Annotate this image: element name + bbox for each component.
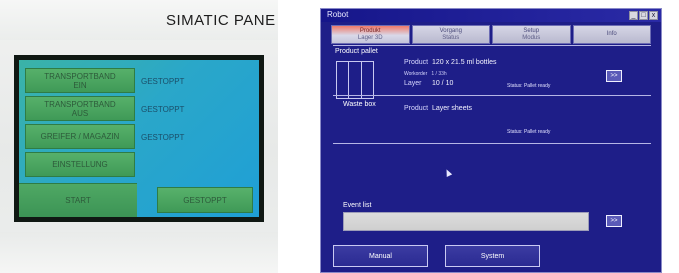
pallet-slot xyxy=(337,62,350,98)
product-pallet-label: Product pallet xyxy=(333,48,380,55)
pallet-layer-value: 10 / 10 xyxy=(431,80,454,87)
pallet-workorder-value: 1 / 33h xyxy=(431,71,447,77)
pallet-status: Status: Pallet ready xyxy=(507,83,551,89)
pallet-product-key: Product xyxy=(404,59,429,66)
tab-label: Vorgang xyxy=(439,27,462,34)
hmi-screen: TRANSPORTBAND EIN GESTOPPT TRANSPORTBAND… xyxy=(14,55,264,222)
hmi-start-label: START xyxy=(65,196,91,205)
close-icon[interactable]: x xyxy=(649,11,658,20)
pallet-layer-key: Layer xyxy=(404,80,422,87)
tab-label: Produkt xyxy=(359,27,381,34)
hmi-bottom-status-label: GESTOPPT xyxy=(183,195,227,205)
tab-info[interactable]: Info xyxy=(572,25,651,44)
waste-box-label: Waste box xyxy=(341,101,378,108)
tab-label: Setup xyxy=(523,27,540,34)
window-title: Robot xyxy=(327,10,349,19)
simatic-panel-photo: SIMATIC PANE TRANSPORTBAND EIN GESTOPPT … xyxy=(0,0,278,273)
waste-product-row: Product Layer sheets xyxy=(404,105,472,112)
tab-process[interactable]: Vorgang Status xyxy=(411,25,490,44)
section-divider xyxy=(333,143,651,144)
waste-product-key: Product xyxy=(404,105,429,112)
tab-sublabel: Lager 3D xyxy=(357,34,383,41)
hmi-status-gripper: GESTOPPT xyxy=(141,133,185,142)
hmi-screen-area: TRANSPORTBAND EIN GESTOPPT TRANSPORTBAND… xyxy=(19,60,259,217)
waste-status: Status: Pallet ready xyxy=(507,129,551,135)
event-list-button[interactable]: >> xyxy=(606,215,622,227)
event-list-label: Event list xyxy=(343,202,372,209)
pallet-workorder-row: Workorder 1 / 33h xyxy=(404,71,447,77)
hmi-start-button[interactable]: START xyxy=(19,183,137,217)
hmi-button-conveyor-off[interactable]: TRANSPORTBAND AUS xyxy=(25,96,135,121)
pallet-product-value: 120 x 21.5 ml bottles xyxy=(431,59,497,66)
panel-lower-frame xyxy=(0,232,278,273)
content-divider-top xyxy=(333,45,651,46)
window-titlebar: Robot _ □ x xyxy=(321,9,661,22)
hmi-button-label-line2: AUS xyxy=(71,108,89,118)
mouse-cursor-icon xyxy=(443,168,453,177)
tab-sublabel: Status xyxy=(442,34,460,41)
pallet-icon xyxy=(336,61,374,99)
tab-sublabel: Modus xyxy=(522,34,541,41)
hmi-button-label-line1: TRANSPORTBAND xyxy=(44,71,116,81)
pallet-workorder-key: Workorder xyxy=(404,71,428,77)
pallet-layer-row: Layer 10 / 10 xyxy=(404,80,453,87)
hmi-button-label: EINSTELLUNG xyxy=(52,160,108,169)
hmi-status-conveyor-on: GESTOPPT xyxy=(141,77,185,86)
hmi-button-settings[interactable]: EINSTELLUNG xyxy=(25,152,135,177)
pallet-slot xyxy=(362,62,373,98)
tab-label: Info xyxy=(606,31,617,37)
hmi-button-conveyor-on[interactable]: TRANSPORTBAND EIN xyxy=(25,68,135,93)
event-list-field[interactable] xyxy=(343,212,589,231)
section-divider xyxy=(333,95,651,96)
hmi-button-gripper-magazine[interactable]: GREIFER / MAGAZIN xyxy=(25,124,135,149)
hmi-button-label: GREIFER / MAGAZIN xyxy=(40,132,120,141)
hmi-status-conveyor-off: GESTOPPT xyxy=(141,105,185,114)
maximize-icon[interactable]: □ xyxy=(639,11,648,20)
panel-brand-text: SIMATIC PANE xyxy=(166,12,276,29)
hmi-bottom-status: GESTOPPT xyxy=(157,187,253,213)
tab-product[interactable]: Produkt Lager 3D xyxy=(331,25,410,44)
window-controls: _ □ x xyxy=(629,11,658,20)
hmi-button-label-line1: TRANSPORTBAND xyxy=(44,99,116,109)
hmi-button-label-line2: EIN xyxy=(73,80,87,90)
tab-bar: Produkt Lager 3D Vorgang Status Setup Mo… xyxy=(331,25,651,44)
tab-setup[interactable]: Setup Modus xyxy=(492,25,571,44)
robot-window: Robot _ □ x Produkt Lager 3D Vorgang Sta… xyxy=(320,8,662,273)
pallet-slot xyxy=(349,62,362,98)
pallet-product-row: Product 120 x 21.5 ml bottles xyxy=(404,59,497,66)
minimize-icon[interactable]: _ xyxy=(629,11,638,20)
pallet-details-button[interactable]: >> xyxy=(606,70,622,82)
waste-product-value: Layer sheets xyxy=(431,105,473,112)
manual-button[interactable]: Manual xyxy=(333,245,428,267)
system-button[interactable]: System xyxy=(445,245,540,267)
